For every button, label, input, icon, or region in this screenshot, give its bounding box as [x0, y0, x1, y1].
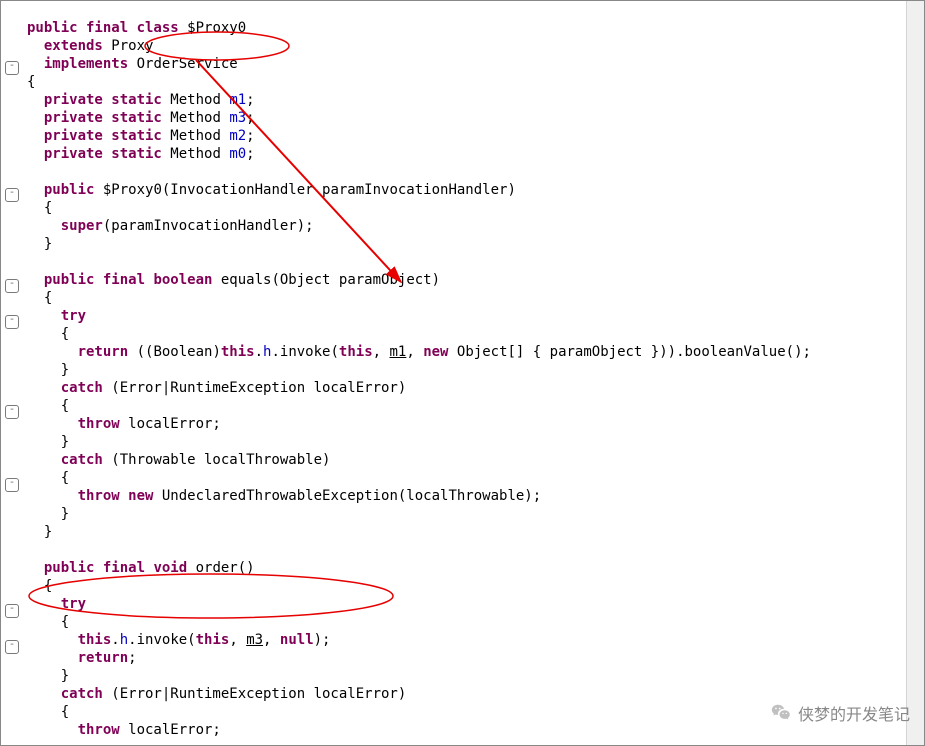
line: try — [27, 308, 86, 324]
line: implements OrderService — [27, 56, 238, 72]
line: { — [27, 326, 69, 342]
fold-toggle[interactable]: - — [5, 478, 19, 492]
vertical-scrollbar[interactable] — [906, 1, 924, 745]
line: throw localError; — [27, 416, 221, 432]
source-code[interactable]: public final class $Proxy0 extends Proxy… — [27, 19, 811, 739]
fold-toggle[interactable]: - — [5, 188, 19, 202]
line: super(paramInvocationHandler); — [27, 218, 314, 234]
line: { — [27, 578, 52, 594]
fold-toggle[interactable]: - — [5, 405, 19, 419]
line: } — [27, 236, 52, 252]
line: public final boolean equals(Object param… — [27, 272, 440, 288]
line: { — [27, 398, 69, 414]
wechat-icon — [770, 702, 792, 724]
line: } — [27, 524, 52, 540]
line: return; — [27, 650, 137, 666]
fold-toggle[interactable]: - — [5, 279, 19, 293]
line: { — [27, 470, 69, 486]
line: } — [27, 362, 69, 378]
line: public final void order() — [27, 560, 255, 576]
line: return ((Boolean)this.h.invoke(this, m1,… — [27, 344, 811, 360]
line: { — [27, 704, 69, 720]
line: private static Method m1; — [27, 92, 255, 108]
line: try — [27, 596, 86, 612]
fold-toggle[interactable]: - — [5, 604, 19, 618]
fold-toggle[interactable]: - — [5, 315, 19, 329]
line: private static Method m2; — [27, 128, 255, 144]
line: { — [27, 74, 35, 90]
line: } — [27, 506, 69, 522]
line: throw new UndeclaredThrowableException(l… — [27, 488, 541, 504]
code-editor-frame: - - - - - - - - public final class $Proxy0 exte… — [0, 0, 925, 746]
fold-toggle[interactable]: - — [5, 640, 19, 654]
fold-toggle[interactable]: - — [5, 61, 19, 75]
line: { — [27, 200, 52, 216]
line: private static Method m3; — [27, 110, 255, 126]
line: catch (Error|RuntimeException localError… — [27, 380, 406, 396]
line: private static Method m0; — [27, 146, 255, 162]
line: { — [27, 290, 52, 306]
line: catch (Throwable localThrowable) — [27, 452, 330, 468]
folding-gutter: - - - - - - - - — [1, 1, 23, 745]
line: throw localError; — [27, 722, 221, 738]
watermark-text: 侠梦的开发笔记 — [798, 701, 910, 725]
line: { — [27, 614, 69, 630]
line: public final class $Proxy0 — [27, 20, 246, 36]
line: extends Proxy — [27, 38, 153, 54]
line: } — [27, 668, 69, 684]
line — [27, 254, 44, 270]
line: this.h.invoke(this, m3, null); — [27, 632, 330, 648]
line: public $Proxy0(InvocationHandler paramIn… — [27, 182, 516, 198]
line: catch (Error|RuntimeException localError… — [27, 686, 406, 702]
line — [27, 542, 44, 558]
line — [27, 164, 44, 180]
watermark: 侠梦的开发笔记 — [770, 701, 910, 725]
line: } — [27, 434, 69, 450]
